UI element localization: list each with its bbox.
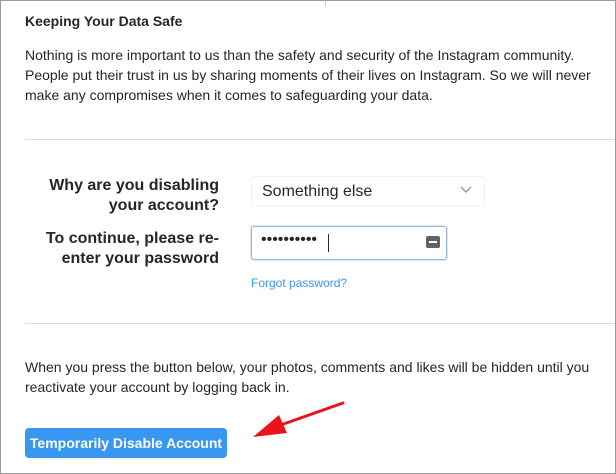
password-masked-value: ••••••••••: [261, 231, 318, 248]
divider-tick: [325, 1, 326, 6]
text-caret: [328, 234, 329, 252]
password-input[interactable]: ••••••••••: [251, 226, 447, 260]
chevron-down-icon: [460, 186, 472, 193]
reason-select[interactable]: Something else: [251, 176, 485, 206]
intro-text: Nothing is more important to us than the…: [25, 47, 591, 103]
keyboard-icon[interactable]: [426, 236, 440, 248]
red-arrow-icon: [253, 401, 345, 437]
password-label: To continue, please re-enter your passwo…: [45, 230, 219, 267]
reason-select-value: Something else: [262, 183, 373, 200]
divider: [25, 323, 615, 324]
section-title: Keeping Your Data Safe: [25, 13, 183, 29]
forgot-password-link[interactable]: Forgot password?: [251, 276, 347, 290]
notice-text: When you press the button below, your ph…: [25, 359, 590, 395]
divider: [25, 139, 615, 140]
disable-account-panel: Keeping Your Data Safe Nothing is more i…: [0, 0, 616, 474]
reason-label: Why are you disabling your account?: [49, 177, 219, 214]
temporarily-disable-account-button[interactable]: Temporarily Disable Account: [25, 428, 227, 458]
